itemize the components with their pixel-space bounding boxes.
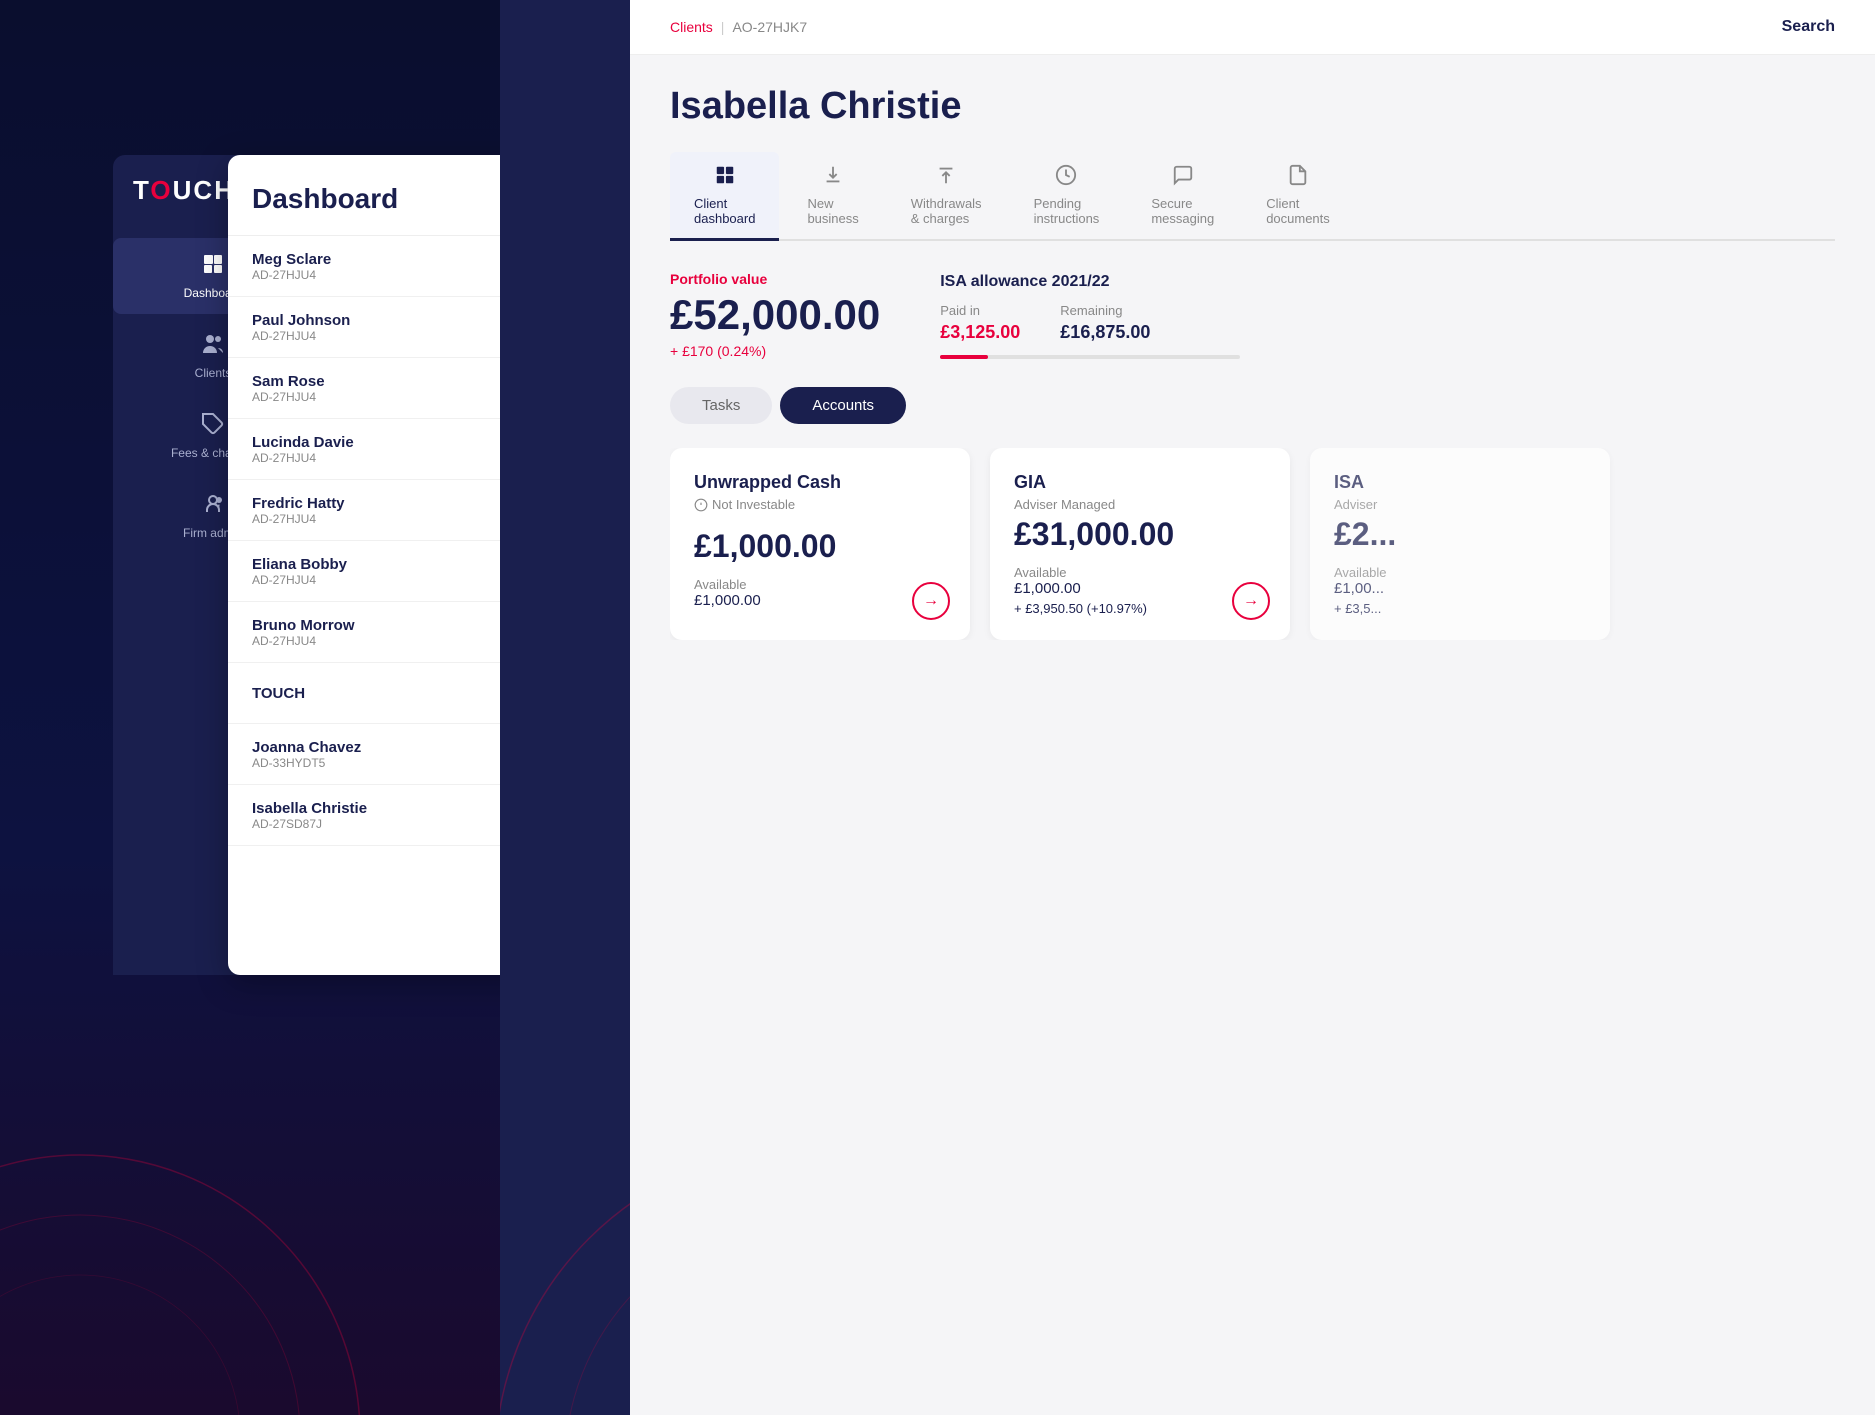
account-card-isa: ISA Adviser £2... Available £1,00... + £… <box>1310 448 1610 640</box>
tab-accounts[interactable]: Accounts <box>780 387 906 424</box>
tab-pending-label: Pendinginstructions <box>1034 196 1100 226</box>
card-amount-unwrapped: £1,000.00 <box>694 528 946 565</box>
dashboard-icon <box>201 252 225 282</box>
card-available-label-unwrapped: Available <box>694 577 946 592</box>
clients-icon <box>201 332 225 362</box>
fees-icon <box>201 412 225 442</box>
card-change-gia: + £3,950.50 (+10.97%) <box>1014 601 1266 616</box>
card-available-amount-isa: £1,00... <box>1334 580 1586 597</box>
isa-title: ISA allowance 2021/22 <box>940 273 1835 291</box>
isa-remaining: Remaining £16,875.00 <box>1060 303 1150 343</box>
account-cards: Unwrapped Cash Not Investable £1,000.00 … <box>670 448 1835 640</box>
isa-paid-in: Paid in £3,125.00 <box>940 303 1020 343</box>
card-arrow-unwrapped[interactable]: → <box>912 582 950 620</box>
client-dashboard-icon <box>714 164 736 192</box>
tab-client-dashboard-label: Clientdashboard <box>694 196 755 226</box>
isa-progress-bar <box>940 355 1240 359</box>
isa-row: Paid in £3,125.00 Remaining £16,875.00 <box>940 303 1835 343</box>
accounts-tabs: Tasks Accounts <box>670 387 1835 424</box>
isa-progress-fill <box>940 355 988 359</box>
main-content: Clients | AO-27HJK7 Search Isabella Chri… <box>630 0 1875 1415</box>
isa-block: ISA allowance 2021/22 Paid in £3,125.00 … <box>940 273 1835 359</box>
client-name-heading: Isabella Christie <box>670 85 1835 128</box>
clients-label: Clients <box>195 366 232 380</box>
card-available-amount-gia: £1,000.00 <box>1014 580 1266 597</box>
tab-tasks[interactable]: Tasks <box>670 387 772 424</box>
tab-messaging-label: Securemessaging <box>1151 196 1214 226</box>
card-amount-gia: £31,000.00 <box>1014 516 1266 553</box>
card-change-isa: + £3,5... <box>1334 601 1586 616</box>
card-sub-isa: Adviser <box>1334 497 1586 512</box>
tab-documents[interactable]: Clientdocuments <box>1242 152 1354 241</box>
card-available-label-isa: Available <box>1334 565 1586 580</box>
card-investable-status: Not Investable <box>694 497 946 512</box>
card-amount-isa: £2... <box>1334 516 1586 553</box>
bg-decor <box>0 1015 500 1415</box>
tab-navigation: Clientdashboard Newbusiness <box>670 152 1835 241</box>
tab-withdrawals-label: Withdrawals& charges <box>911 196 982 226</box>
tab-withdrawals[interactable]: Withdrawals& charges <box>887 152 1006 241</box>
tab-new-business-label: Newbusiness <box>807 196 858 226</box>
account-card-gia: GIA Adviser Managed £31,000.00 Available… <box>990 448 1290 640</box>
tab-messaging[interactable]: Securemessaging <box>1127 152 1238 241</box>
card-arrow-gia[interactable]: → <box>1232 582 1270 620</box>
breadcrumb-clients[interactable]: Clients <box>670 19 713 35</box>
portfolio-value-block: Portfolio value £52,000.00 + £170 (0.24%… <box>670 271 880 359</box>
main-body: Isabella Christie Clientdashboard <box>630 55 1875 670</box>
card-sub-gia: Adviser Managed <box>1014 497 1266 512</box>
card-available-label-gia: Available <box>1014 565 1266 580</box>
breadcrumb: Clients | AO-27HJK7 <box>670 19 807 35</box>
account-card-unwrapped: Unwrapped Cash Not Investable £1,000.00 … <box>670 448 970 640</box>
tab-new-business[interactable]: Newbusiness <box>783 152 882 241</box>
tab-pending[interactable]: Pendinginstructions <box>1010 152 1124 241</box>
card-type-unwrapped: Unwrapped Cash <box>694 472 946 493</box>
portfolio-label: Portfolio value <box>670 271 880 287</box>
portfolio-change: + £170 (0.24%) <box>670 343 880 359</box>
search-button[interactable]: Search <box>1782 18 1835 36</box>
breadcrumb-id: AO-27HJK7 <box>732 19 807 35</box>
documents-icon <box>1287 164 1309 192</box>
withdrawals-icon <box>935 164 957 192</box>
tab-documents-label: Clientdocuments <box>1266 196 1330 226</box>
sidebar-logo: TOUCH <box>113 175 235 206</box>
firm-admin-icon <box>201 492 225 522</box>
card-available-amount-unwrapped: £1,000.00 <box>694 592 946 609</box>
portfolio-section: Portfolio value £52,000.00 + £170 (0.24%… <box>670 271 1835 359</box>
not-investable-label: Not Investable <box>712 497 795 512</box>
main-topbar: Clients | AO-27HJK7 Search <box>630 0 1875 55</box>
pending-icon <box>1055 164 1077 192</box>
card-type-gia: GIA <box>1014 472 1266 493</box>
new-business-icon <box>822 164 844 192</box>
card-type-isa: ISA <box>1334 472 1586 493</box>
tab-client-dashboard[interactable]: Clientdashboard <box>670 152 779 241</box>
messaging-icon <box>1172 164 1194 192</box>
portfolio-amount: £52,000.00 <box>670 291 880 339</box>
